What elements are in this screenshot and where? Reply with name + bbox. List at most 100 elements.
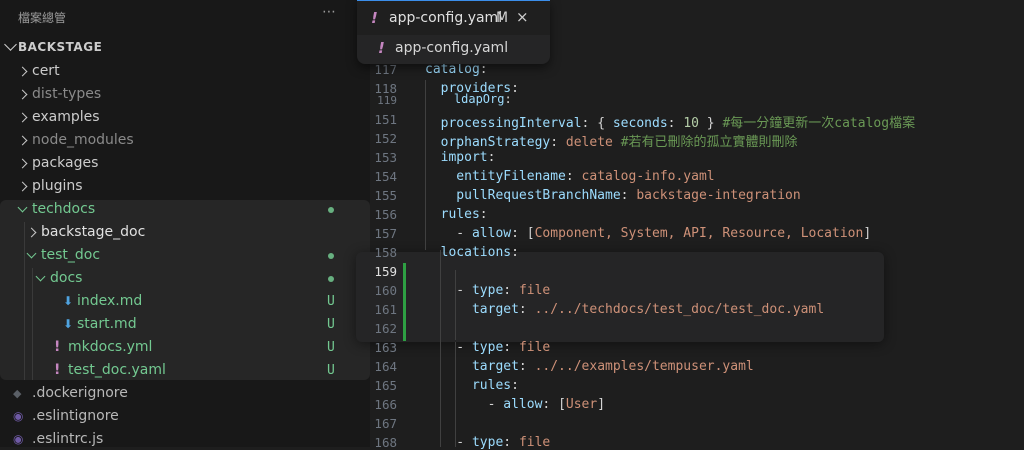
tree-item-label: mkdocs.yml [68,339,153,355]
code-token: file [518,435,551,450]
yaml-file-icon: ! [378,39,385,57]
code-token: : [550,135,566,150]
code-editor[interactable]: 117 catalog: 118 providers: 119 ldapOrg: 151… [370,0,1024,450]
tree-item[interactable]: node_modules [0,130,370,153]
tree-item[interactable]: ! mkdocs.yml U [0,337,370,360]
chevron-right-icon [17,135,28,146]
eslint-file-icon: ◉ [13,409,24,423]
tree-item[interactable]: ⬇ index.md U [0,291,370,314]
code-token: import [425,150,488,165]
code-token: type [471,435,504,450]
code-token: #若有已刪除的孤立實體則刪除 [620,135,798,150]
code-token: : [503,340,519,355]
code-line: processingInterval: { seconds: 10 } #每一分… [425,112,915,131]
markdown-file-icon: ⬇ [63,317,74,331]
editor-tab-dropdown: ! app-config.yaml M × ! app-config.yaml [357,0,550,64]
tree-item[interactable]: examples [0,107,370,130]
chevron-right-icon [17,89,28,100]
line-number: 162 [374,321,397,336]
tree-item[interactable]: docs [0,268,370,291]
chevron-right-icon [17,112,28,123]
tab-app-config[interactable]: ! app-config.yaml M × [357,0,550,35]
tree-item[interactable]: test_doc [0,245,370,268]
line-number: 156 [374,207,397,222]
eslint-file-icon: ◉ [13,432,24,446]
line-number: 151 [374,112,397,127]
tree-item[interactable]: ◉ .eslintignore [0,406,370,429]
tree-item[interactable]: plugins [0,176,370,199]
code-line: target: ../../techdocs/test_doc/test_doc… [425,302,824,317]
code-token: : [ [511,226,535,241]
breadcrumb-file[interactable]: app-config.yaml [395,40,508,56]
code-line: - type: file [425,283,550,298]
tree-item[interactable]: dist-types [0,84,370,107]
code-token: : [479,207,488,222]
indent-guide [440,250,441,447]
code-token: Component, System, API, Resource, Locati… [534,226,864,241]
code-token: - [425,283,472,298]
tree-item-label: cert [32,63,60,79]
line-number: 155 [374,188,397,203]
yaml-file-icon: ! [371,9,378,27]
docker-file-icon: ◆ [13,387,22,400]
chevron-right-icon [17,181,28,192]
code-token: processingInterval [425,116,582,131]
code-line: - allow: [User] [425,397,605,412]
yaml-file-icon: ! [54,339,61,355]
code-token: : { [581,116,613,131]
line-number: 161 [374,302,397,317]
code-token: - [425,340,472,355]
tree-item-label: plugins [32,178,83,194]
chevron-down-icon [35,271,46,282]
code-token: catalog [425,62,480,77]
explorer-title: 檔案總管 [18,11,67,25]
code-token: : [479,62,488,77]
code-token: #每一分鐘更新一次catalog檔案 [722,116,916,131]
tree-item[interactable]: packages [0,153,370,176]
code-token: : [511,245,519,260]
code-token: file [518,340,551,355]
tree-item-label: backstage_doc [41,224,146,240]
git-added-gutter-marker [403,263,406,341]
code-token: : [ [542,397,566,412]
tree-item-label: node_modules [32,132,134,148]
chevron-down-icon [17,202,28,213]
code-token: : [511,378,519,393]
line-number: 119 [377,94,397,107]
line-number: 154 [374,169,397,184]
close-icon[interactable]: × [516,8,529,26]
code-token: ] [597,397,606,412]
code-token: : [518,302,535,317]
tree-item-label: examples [32,109,100,125]
code-line: - type: file [425,435,550,450]
code-line: - allow: [Component, System, API, Resour… [425,226,871,241]
tree-item[interactable]: ◆ .dockerignore [0,383,370,406]
tree-item[interactable]: cert [0,61,370,84]
workspace-root[interactable]: BACKSTAGE [0,38,370,58]
code-token: ] [863,226,872,241]
tree-item-label: .eslintignore [32,408,119,424]
code-line: - type: file [425,340,550,355]
code-token: rules [425,378,512,393]
code-line: target: ../../examples/tempuser.yaml [425,359,754,374]
line-number: 117 [374,62,397,77]
changes-dot-icon [328,276,334,282]
more-actions-icon[interactable]: ⋯ [322,4,337,20]
tree-item-label: packages [32,155,99,171]
yaml-file-icon: ! [54,362,61,378]
tree-item-label: .dockerignore [32,385,128,401]
tree-item-label: techdocs [32,201,96,217]
code-token: entityFilename [425,169,566,184]
tree-item[interactable]: ◉ .eslintrc.js [0,429,370,447]
untracked-badge: U [327,294,335,309]
code-line: import: [425,150,496,165]
code-token: delete [565,135,613,150]
tree-item[interactable]: techdocs [0,199,370,222]
tree-item[interactable]: backstage_doc [0,222,370,245]
code-token: ldapOrg [425,92,505,106]
code-token: } [698,116,723,131]
tree-item[interactable]: ! test_doc.yaml U [0,360,370,383]
code-token: locations [425,245,512,260]
tree-item[interactable]: ⬇ start.md U [0,314,370,337]
code-token: : [504,92,512,106]
